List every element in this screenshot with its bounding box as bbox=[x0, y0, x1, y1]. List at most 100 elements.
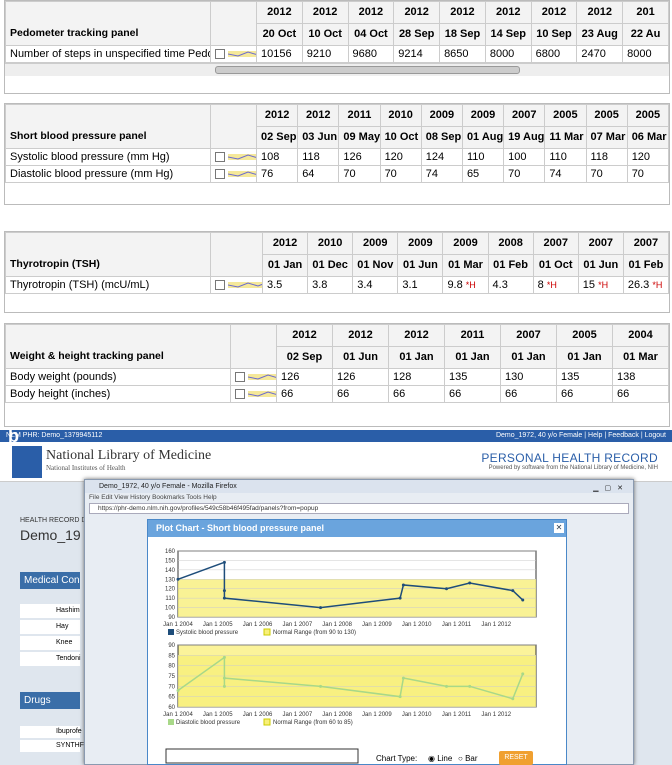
url-bar[interactable]: https://phr-demo.nlm.nih.gov/profiles/54… bbox=[89, 503, 629, 514]
window-controls-icon[interactable]: ▁▢✕ bbox=[593, 482, 629, 495]
high-flag: *H bbox=[652, 280, 663, 290]
list-item[interactable]: Tendoni bbox=[20, 652, 81, 666]
row-checkbox[interactable] bbox=[235, 372, 245, 383]
year-header: 2009 bbox=[420, 104, 463, 127]
list-item[interactable]: Hay feve bbox=[20, 620, 80, 644]
table-row: Diastolic blood pressure (mm Hg) 76 64 70 7… bbox=[5, 165, 669, 183]
date-header: 10 Sep bbox=[530, 23, 578, 46]
y-tick-label: 130 bbox=[165, 577, 176, 583]
year-header: 2007 bbox=[532, 232, 579, 255]
value-cell: 66 bbox=[276, 385, 333, 403]
nlm-logo-icon bbox=[12, 446, 42, 478]
row-checkbox[interactable] bbox=[235, 389, 245, 400]
data-point bbox=[521, 598, 525, 602]
year-header: 2007 bbox=[622, 232, 669, 255]
row-checkbox[interactable] bbox=[215, 49, 225, 60]
date-header: 01 Jun bbox=[397, 254, 444, 277]
data-point bbox=[222, 596, 226, 600]
sparkline-icon bbox=[227, 171, 256, 178]
legend-swatch bbox=[263, 718, 271, 726]
value-cell: 10156 bbox=[256, 45, 303, 63]
year-header: 2011 bbox=[338, 104, 381, 127]
health-record-label: HEALTH RECORD D bbox=[20, 517, 87, 524]
value-cell: 74 bbox=[544, 165, 587, 183]
data-point bbox=[319, 684, 323, 688]
bar-label: Bar bbox=[465, 754, 478, 763]
data-point bbox=[222, 589, 226, 593]
value-cell: 120 bbox=[626, 148, 669, 166]
value-cell: 64 bbox=[297, 165, 340, 183]
x-tick-label: Jan 1 2005 bbox=[203, 712, 233, 718]
value-cell: 3.4 bbox=[352, 276, 399, 294]
x-tick-label: Jan 1 2006 bbox=[243, 712, 273, 718]
reset-button[interactable]: RESET bbox=[499, 751, 533, 765]
medical-conditions-header[interactable]: Medical Con bbox=[20, 572, 80, 589]
date-header: 01 Feb bbox=[622, 254, 669, 277]
data-point bbox=[176, 577, 180, 581]
x-tick-label: Jan 1 2012 bbox=[481, 622, 511, 628]
date-header: 19 Aug bbox=[503, 126, 546, 149]
year-header: 201 bbox=[622, 1, 669, 24]
date-header: 01 Jan bbox=[444, 346, 501, 369]
firefox-titlebar: Demo_1972, 40 y/o Female - Mozilla Firef… bbox=[85, 480, 633, 493]
drugs-header[interactable]: Drugs bbox=[20, 692, 80, 709]
year-header: 2007 bbox=[500, 324, 557, 347]
year-header: 2012 bbox=[530, 1, 578, 24]
row-checkbox[interactable] bbox=[215, 280, 225, 291]
panel-title: Weight & height tracking panel bbox=[5, 324, 231, 369]
row-label: Body height (inches) bbox=[5, 385, 231, 403]
value-cell: 66 bbox=[388, 385, 445, 403]
row-checkbox[interactable] bbox=[215, 152, 225, 163]
year-header: 2012 bbox=[261, 232, 309, 255]
year-header: 2012 bbox=[388, 324, 445, 347]
x-tick-label: Jan 1 2010 bbox=[402, 712, 432, 718]
value-cell: 4.3 bbox=[487, 276, 534, 294]
legend-swatch bbox=[168, 629, 174, 635]
high-flag: *H bbox=[598, 280, 609, 290]
value-cell: 130 bbox=[500, 368, 557, 386]
sparkline-icon bbox=[227, 282, 262, 289]
high-flag: *H bbox=[465, 280, 476, 290]
date-header: 11 Mar bbox=[544, 126, 587, 149]
y-tick-label: 90 bbox=[168, 615, 175, 621]
nav-links[interactable]: Demo_1972, 40 y/o Female | Help | Feedba… bbox=[496, 430, 666, 442]
bar-radio[interactable]: ○ Bar bbox=[458, 754, 478, 763]
row-checkbox[interactable] bbox=[215, 169, 225, 180]
high-flag: *H bbox=[546, 280, 557, 290]
tsh-panel: Thyrotropin (TSH) 2012 2010 2009 2009 2009 200… bbox=[4, 231, 670, 313]
value-cell: 124 bbox=[420, 148, 463, 166]
list-item[interactable]: Hashim bbox=[20, 604, 80, 618]
year-header: 2007 bbox=[577, 232, 624, 255]
line-radio[interactable]: ◉ Line bbox=[428, 754, 452, 763]
year-header: 2012 bbox=[256, 1, 303, 24]
date-header: 10 Oct bbox=[301, 23, 349, 46]
date-header: 09 May bbox=[338, 126, 381, 149]
row-label: Number of steps in unspecified time Pedo… bbox=[5, 45, 211, 63]
value-cell: 70 bbox=[379, 165, 422, 183]
y-tick-label: 65 bbox=[168, 695, 175, 701]
y-tick-label: 70 bbox=[168, 684, 175, 690]
list-item[interactable]: Ibuprofe bbox=[20, 726, 82, 738]
year-header: 2004 bbox=[612, 324, 669, 347]
x-tick-label: Jan 1 2005 bbox=[203, 622, 233, 628]
date-header: 07 Mar bbox=[585, 126, 628, 149]
legend-label: Normal Range (from 60 to 85) bbox=[273, 720, 353, 726]
legend-swatch bbox=[263, 628, 271, 636]
date-header: 01 Aug bbox=[461, 126, 505, 149]
table-row: Body weight (pounds) 126 126 128 135 130 135 1… bbox=[5, 368, 669, 386]
firefox-menu[interactable]: File Edit View History Bookmarks Tools H… bbox=[85, 493, 633, 503]
date-header: 08 Sep bbox=[420, 126, 463, 149]
date-header: 01 Jan bbox=[500, 346, 557, 369]
data-point bbox=[176, 688, 180, 692]
legend-swatch bbox=[168, 719, 174, 725]
list-item[interactable]: Knee pa bbox=[20, 636, 80, 660]
bp-panel: Short blood pressure panel 2012 2012 2011 20… bbox=[4, 103, 670, 205]
x-tick-label: Jan 1 2007 bbox=[282, 712, 312, 718]
date-header: 18 Sep bbox=[439, 23, 486, 46]
list-item[interactable]: SYNTHF bbox=[20, 740, 84, 752]
demo-label: Demo_19 bbox=[20, 527, 81, 543]
date-header: 01 Jun bbox=[577, 254, 624, 277]
close-icon[interactable]: ✕ bbox=[554, 523, 564, 533]
horizontal-scrollbar[interactable] bbox=[5, 63, 669, 76]
x-tick-label: Jan 1 2008 bbox=[322, 622, 352, 628]
